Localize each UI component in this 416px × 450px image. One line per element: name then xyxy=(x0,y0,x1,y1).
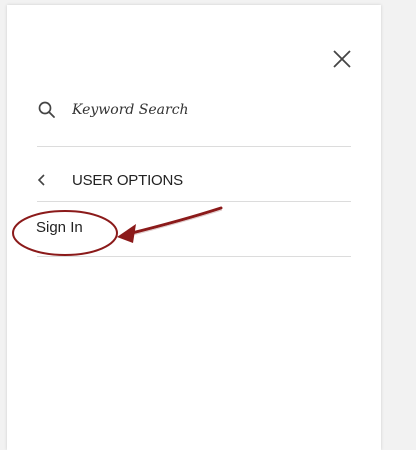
search-icon[interactable] xyxy=(38,101,56,119)
keyword-search-input[interactable] xyxy=(72,102,332,118)
sign-in-link[interactable]: Sign In xyxy=(36,219,83,236)
close-icon xyxy=(333,50,351,68)
search-bar xyxy=(38,93,350,127)
divider xyxy=(37,146,351,147)
chevron-left-icon xyxy=(37,174,45,186)
divider xyxy=(37,256,351,257)
section-title: USER OPTIONS xyxy=(72,171,183,189)
close-button[interactable] xyxy=(331,48,353,70)
divider xyxy=(37,201,351,202)
user-options-panel: USER OPTIONS Sign In xyxy=(7,5,381,450)
user-options-back-button[interactable]: USER OPTIONS xyxy=(37,164,351,196)
